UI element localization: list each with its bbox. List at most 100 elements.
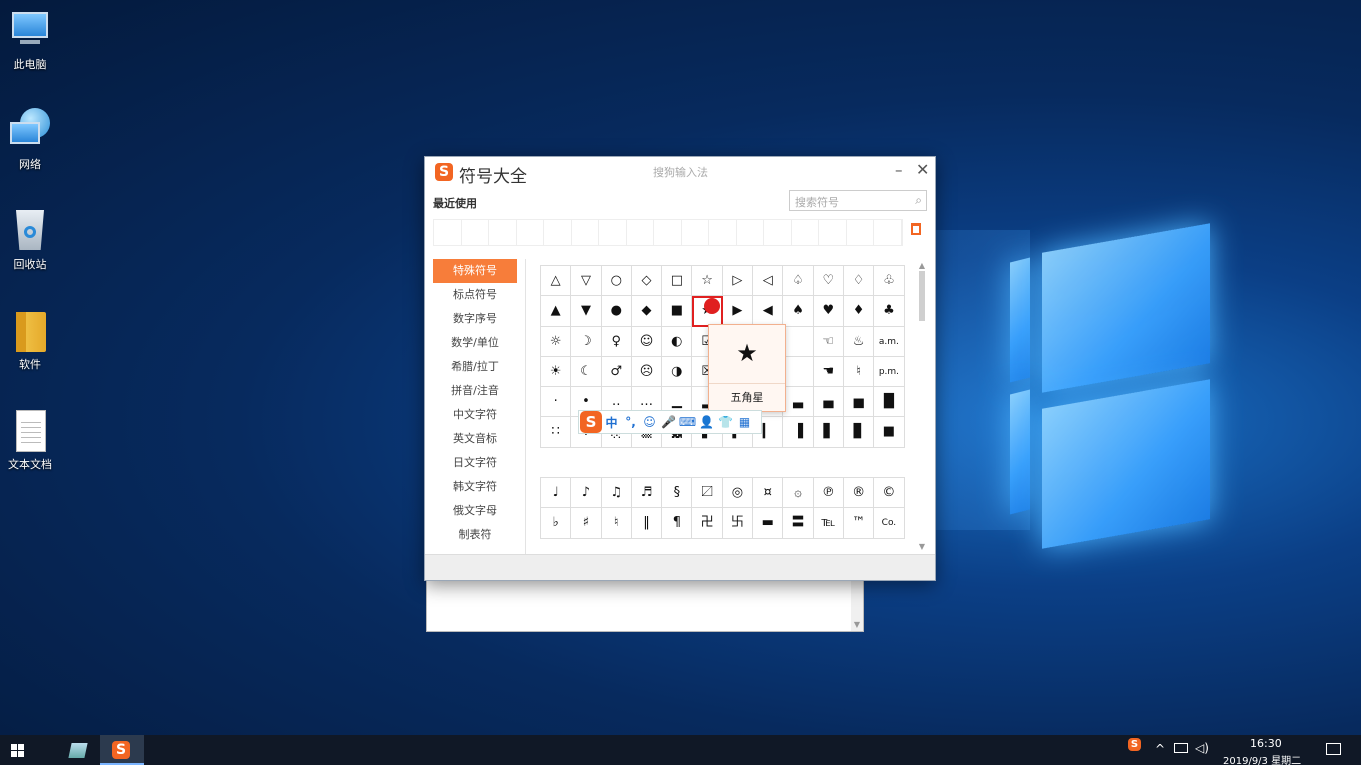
ime-toolbar[interactable]: S 中 °, ☺ 🎤 ⌨ 👤 👕 ▦ — [578, 410, 762, 434]
recent-symbol-slot[interactable] — [572, 220, 599, 245]
desktop-icon-this-pc[interactable]: 此电脑 — [4, 8, 56, 72]
symbol-cell[interactable]: ♥ — [813, 296, 844, 327]
recent-symbol-slot[interactable] — [462, 220, 489, 245]
symbol-cell[interactable]: ☼ — [541, 326, 572, 357]
symbol-cell[interactable]: ○ — [601, 266, 632, 297]
clock-date[interactable]: 2019/9/3 星期二 — [1223, 752, 1301, 765]
chevron-down-icon[interactable]: ▼ — [917, 542, 927, 551]
symbol-cell[interactable]: p.m. — [874, 356, 905, 388]
symbol-cell[interactable]: ♯ — [571, 508, 602, 539]
symbol-cell[interactable]: § — [662, 478, 693, 509]
symbol-cell[interactable]: ♪ — [571, 478, 602, 509]
symbol-cell[interactable]: Co. — [874, 508, 905, 539]
scroll-thumb[interactable] — [919, 271, 925, 321]
symbol-cell[interactable]: ♠ — [783, 296, 814, 327]
recent-symbol-slot[interactable] — [764, 220, 792, 245]
microphone-icon[interactable]: 🎤 — [659, 415, 678, 429]
symbol-scrollbar[interactable]: ▲ ▼ — [917, 261, 927, 551]
symbol-cell[interactable]: ♣ — [874, 296, 905, 327]
symbol-cell[interactable]: △ — [541, 266, 572, 297]
symbol-cell[interactable]: ♨ — [843, 326, 875, 357]
symbol-cell[interactable]: ▋ — [813, 417, 844, 448]
symbol-cell[interactable]: ◐ — [662, 326, 693, 357]
category-item[interactable]: 英文音标 — [433, 427, 517, 451]
close-button[interactable]: ✕ — [916, 160, 929, 179]
symbol-cell[interactable]: ■ — [662, 296, 693, 327]
category-item[interactable]: 韩文字符 — [433, 475, 517, 499]
toolbox-icon[interactable]: ▦ — [735, 415, 754, 429]
symbol-cell[interactable]: ▅ — [843, 387, 875, 418]
symbol-cell[interactable]: ◁ — [753, 266, 784, 297]
category-item[interactable]: 数字序号 — [433, 307, 517, 331]
symbol-cell[interactable]: ☚ — [813, 356, 844, 388]
minimize-button[interactable]: – — [895, 161, 903, 179]
symbol-cell[interactable]: ◇ — [631, 266, 663, 297]
taskbar-app-sogou[interactable]: S — [100, 735, 144, 765]
chevron-down-icon[interactable]: ▼ — [851, 620, 863, 629]
recent-symbol-slot[interactable] — [489, 220, 517, 245]
symbol-cell[interactable]: ♢ — [843, 266, 875, 297]
clock-time[interactable]: 16:30 — [1250, 737, 1282, 750]
symbol-cell[interactable] — [783, 356, 814, 388]
symbol-cell[interactable]: 〓 — [783, 508, 814, 539]
symbol-cell[interactable]: © — [874, 478, 905, 509]
symbol-cell[interactable]: ▷ — [722, 266, 754, 297]
symbol-cell[interactable]: ▬ — [753, 508, 784, 539]
symbol-cell[interactable]: ♩ — [541, 478, 572, 509]
symbol-cell[interactable]: ♬ — [631, 478, 663, 509]
punctuation-button[interactable]: °, — [621, 415, 640, 429]
symbol-cell[interactable]: a.m. — [874, 326, 905, 357]
symbol-cell[interactable]: ▄ — [813, 387, 844, 418]
symbol-cell[interactable]: ◆ — [631, 296, 663, 327]
desktop-icon-recycle-bin[interactable]: 回收站 — [4, 208, 56, 272]
symbol-cell[interactable]: ∷ — [541, 417, 572, 448]
symbol-cell[interactable]: ▃ — [783, 387, 814, 418]
category-item[interactable]: 特殊符号 — [433, 259, 517, 283]
symbol-cell[interactable]: ● — [601, 296, 632, 327]
recent-symbol-slot[interactable] — [599, 220, 627, 245]
symbol-cell[interactable]: ♧ — [874, 266, 905, 297]
desktop-icon-text-document[interactable]: 文本文档 — [4, 408, 56, 472]
scrollbar[interactable]: ▼ — [851, 576, 863, 631]
symbol-cell[interactable]: ۞ — [783, 478, 814, 509]
symbol-cell[interactable]: ▊ — [843, 417, 875, 448]
symbol-cell[interactable]: ☾ — [571, 356, 602, 388]
symbol-cell[interactable]: ◑ — [662, 356, 693, 388]
emoji-icon[interactable]: ☺ — [640, 415, 659, 429]
recent-symbol-slot[interactable] — [792, 220, 819, 245]
recent-symbol-slot[interactable] — [544, 220, 572, 245]
symbol-cell[interactable]: ♡ — [813, 266, 844, 297]
symbol-cell[interactable]: ♦ — [843, 296, 875, 327]
symbol-cell[interactable]: ☽ — [571, 326, 602, 357]
symbol-cell[interactable]: ♀ — [601, 326, 632, 357]
symbol-cell[interactable]: ♫ — [601, 478, 632, 509]
ime-icon[interactable]: S — [1128, 738, 1141, 751]
symbol-cell[interactable]: ℡ — [813, 508, 844, 539]
symbol-cell[interactable] — [783, 326, 814, 357]
symbol-cell[interactable]: ◀ — [753, 296, 784, 327]
symbol-cell[interactable]: · — [541, 387, 572, 418]
recent-symbol-slot[interactable] — [709, 220, 737, 245]
symbol-cell[interactable]: ♮ — [601, 508, 632, 539]
recent-symbol-slot[interactable] — [627, 220, 654, 245]
user-icon[interactable]: 👤 — [697, 415, 716, 429]
symbol-cell[interactable]: ¶ — [662, 508, 693, 539]
symbol-cell[interactable]: 卍 — [692, 508, 723, 539]
symbol-cell[interactable]: ▐ — [783, 417, 814, 448]
skin-icon[interactable]: 👕 — [716, 415, 735, 429]
symbol-cell[interactable]: ™ — [843, 508, 875, 539]
sogou-logo-icon[interactable]: S — [580, 411, 602, 433]
network-icon[interactable] — [1174, 743, 1188, 753]
symbol-cell[interactable]: ▲ — [541, 296, 572, 327]
recent-symbol-slot[interactable] — [517, 220, 544, 245]
symbol-cell[interactable]: ▶ — [722, 296, 754, 327]
symbol-cell[interactable]: ♭ — [541, 508, 572, 539]
symbol-cell[interactable]: ¤ — [753, 478, 784, 509]
symbol-cell[interactable]: ▽ — [571, 266, 602, 297]
category-item[interactable]: 标点符号 — [433, 283, 517, 307]
symbol-cell[interactable]: 〼 — [692, 478, 723, 509]
search-input[interactable]: 搜索符号 ⌕ — [789, 190, 927, 211]
symbol-cell[interactable]: ‖ — [631, 508, 663, 539]
category-item[interactable]: 俄文字母 — [433, 499, 517, 523]
volume-icon[interactable]: ◁) — [1195, 741, 1209, 755]
